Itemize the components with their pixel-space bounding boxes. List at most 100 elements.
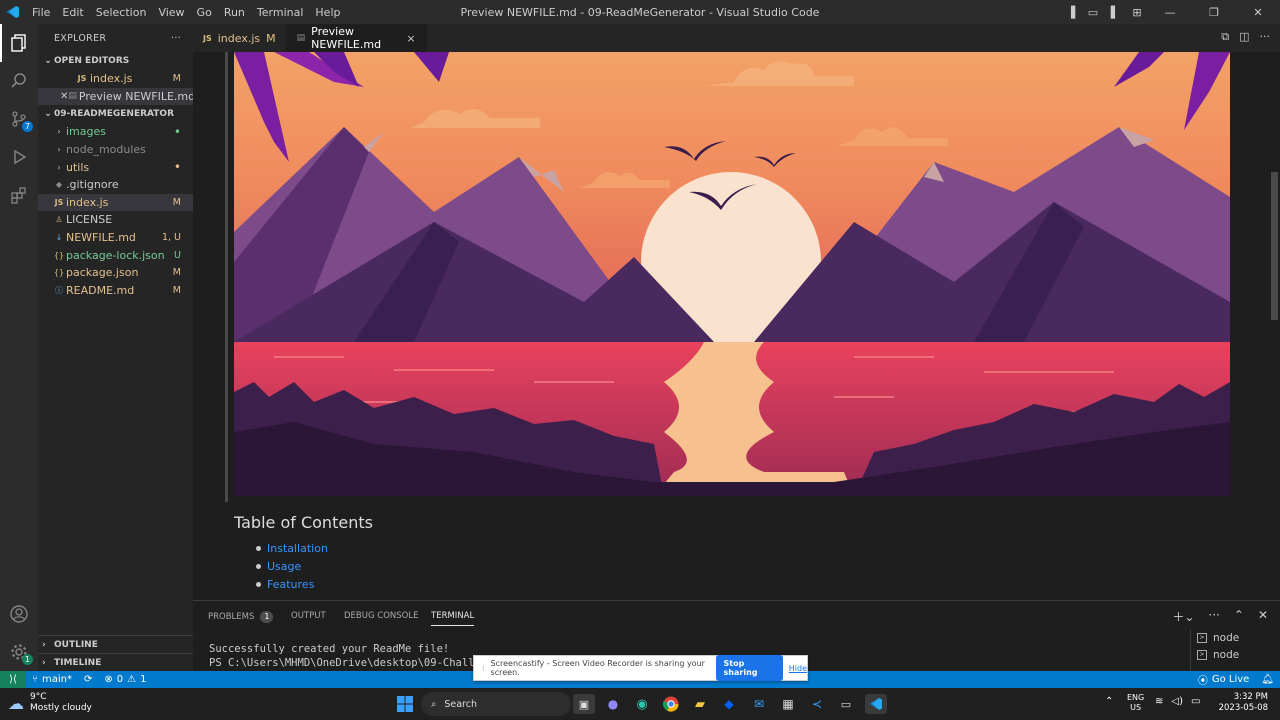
stop-sharing-button[interactable]: Stop sharing (715, 655, 783, 681)
terminal-list-item[interactable]: > node (1191, 629, 1280, 647)
folder-utils[interactable]: › utils • (38, 158, 193, 176)
show-hidden-icons-icon[interactable]: ⌃ (1105, 696, 1113, 707)
weather-widget[interactable]: ☁ 9°C Mostly cloudy (8, 692, 92, 714)
file-gitignore[interactable]: ◆ .gitignore (38, 176, 193, 194)
timeline-section[interactable]: › TIMELINE (38, 653, 193, 671)
maximize-panel-icon[interactable]: ⌃ (1234, 608, 1244, 625)
start-windows-icon[interactable] (394, 694, 416, 714)
menu-run[interactable]: Run (218, 6, 251, 19)
file-explorer-icon[interactable]: ▰ (689, 694, 711, 714)
hide-link[interactable]: Hide (789, 664, 807, 673)
open-editors-section[interactable]: ⌄ OPEN EDITORS (38, 52, 193, 70)
more-actions-icon[interactable]: ··· (1208, 608, 1219, 625)
folder-images[interactable]: › images • (38, 123, 193, 141)
search-icon[interactable] (0, 62, 38, 100)
menu-file[interactable]: File (26, 6, 56, 19)
accounts-icon[interactable] (0, 595, 38, 633)
chrome-icon[interactable] (660, 694, 682, 714)
js-file-icon: JS (203, 33, 212, 43)
toc-link-installation[interactable]: Installation (256, 542, 328, 555)
restore-button[interactable]: ❐ (1192, 6, 1236, 19)
input-language[interactable]: ENG US (1127, 693, 1144, 713)
toc-link-features[interactable]: Features (256, 578, 314, 591)
customize-layout-icon[interactable]: ⊞ (1126, 6, 1148, 19)
store-icon[interactable]: ▦ (777, 694, 799, 714)
problems-status[interactable]: ⊗ 0 ⚠ 1 (98, 674, 152, 685)
task-view-icon[interactable]: ▣ (573, 694, 595, 714)
menu-help[interactable]: Help (309, 6, 346, 19)
folder-node-modules[interactable]: › node_modules (38, 141, 193, 159)
volume-icon[interactable]: ◁) (1171, 696, 1183, 707)
terminal-list-item[interactable]: > node (1191, 647, 1280, 665)
teams-chat-icon[interactable]: ● (602, 694, 624, 714)
sync-icon[interactable]: ⟳ (78, 674, 98, 685)
new-terminal-icon[interactable]: ＋⌄ (1172, 608, 1194, 625)
git-branch[interactable]: ⑂ main* (26, 674, 78, 685)
open-source-icon[interactable]: ⧉ (1221, 30, 1229, 44)
tab-preview-newfile[interactable]: ▤ Preview NEWFILE.md × (286, 24, 427, 52)
toggle-panel-icon[interactable]: ▭ (1082, 6, 1104, 19)
tab-problems[interactable]: PROBLEMS 1 (208, 611, 274, 623)
preview-icon: ▤ (296, 33, 306, 43)
run-debug-icon[interactable] (0, 138, 38, 176)
source-control-icon[interactable]: 7 (0, 100, 38, 138)
mail-icon[interactable]: ✉ (748, 694, 770, 714)
explorer-icon[interactable] (0, 24, 38, 62)
menu-go[interactable]: Go (191, 6, 218, 19)
manage-gear-icon[interactable]: 1 (0, 633, 38, 671)
project-section[interactable]: ⌄ 09-READMEGENERATOR (38, 105, 193, 123)
menu-terminal[interactable]: Terminal (251, 6, 310, 19)
toc-link-usage[interactable]: Usage (256, 560, 301, 573)
tab-output[interactable]: OUTPUT (291, 611, 326, 621)
js-file-icon: JS (77, 74, 87, 84)
tab-debug-console[interactable]: DEBUG CONSOLE (344, 611, 418, 621)
clock[interactable]: 3:32 PM 2023-05-08 (1219, 692, 1268, 714)
close-icon[interactable]: ✕ (60, 91, 68, 102)
open-editor-item[interactable]: JS index.js M (38, 70, 193, 88)
menu-view[interactable]: View (152, 6, 190, 19)
blockquote-bar (225, 52, 228, 502)
editor-scrollbar[interactable] (1271, 172, 1278, 320)
battery-icon[interactable]: ▭ (1191, 696, 1200, 707)
toggle-primary-sidebar-icon[interactable]: ▐ (1060, 6, 1082, 19)
tab-index-js[interactable]: JS index.js M (193, 24, 287, 52)
menu-edit[interactable]: Edit (56, 6, 89, 19)
close-window-button[interactable]: ✕ (1236, 6, 1280, 19)
outline-section[interactable]: › OUTLINE (38, 635, 193, 653)
more-actions-icon[interactable]: ··· (1260, 30, 1271, 44)
warning-icon: ⚠ (127, 674, 137, 685)
minimize-button[interactable]: — (1148, 6, 1192, 19)
file-index-js[interactable]: JS index.js M (38, 193, 193, 212)
file-package-json[interactable]: {} package.json M (38, 264, 193, 282)
toc-heading: Table of Contents (234, 513, 373, 532)
preview-icon: ▤ (68, 91, 77, 102)
tab-terminal[interactable]: TERMINAL (431, 611, 475, 626)
wifi-icon[interactable]: ≋ (1155, 696, 1163, 707)
file-newfile-md[interactable]: ↓ NEWFILE.md 1, U (38, 229, 193, 247)
terminal-icon: > (1197, 632, 1207, 643)
open-editor-item[interactable]: ✕ ▤ Preview NEWFILE.md (38, 87, 195, 106)
terminal-app-icon[interactable]: ▭ (835, 694, 857, 714)
edge-icon[interactable]: ◉ (631, 694, 653, 714)
split-editor-icon[interactable]: ◫ (1239, 30, 1249, 44)
file-readme[interactable]: ⓘ README.md M (38, 282, 193, 300)
screen-sharing-banner: ⁞ Screencastify - Screen Video Recorder … (473, 655, 808, 681)
json-icon: {} (53, 250, 65, 260)
go-live-button[interactable]: ⦿ Go Live (1192, 672, 1255, 687)
toggle-secondary-sidebar-icon[interactable]: ▌ (1104, 6, 1126, 19)
notifications-icon[interactable]: 🔔︎ (1255, 674, 1280, 685)
file-package-lock[interactable]: {} package-lock.json U (38, 246, 193, 264)
remote-indicator-icon[interactable]: ⟩⟨ (0, 671, 26, 688)
drag-handle-icon[interactable]: ⁞ (482, 664, 485, 673)
close-panel-icon[interactable]: ✕ (1258, 608, 1268, 625)
dropbox-icon[interactable]: ◆ (718, 694, 740, 714)
file-license[interactable]: ♙ LICENSE (38, 211, 193, 229)
chevron-right-icon: › (57, 162, 61, 172)
menu-selection[interactable]: Selection (90, 6, 153, 19)
vscode-taskbar-icon[interactable] (865, 694, 887, 714)
extensions-icon[interactable] (0, 176, 38, 214)
more-actions-icon[interactable]: ··· (171, 33, 181, 44)
close-tab-icon[interactable]: × (406, 32, 415, 45)
taskbar-search[interactable]: ⌕ Search (421, 692, 571, 716)
vscode-insiders-icon[interactable]: ≺ (806, 694, 828, 714)
